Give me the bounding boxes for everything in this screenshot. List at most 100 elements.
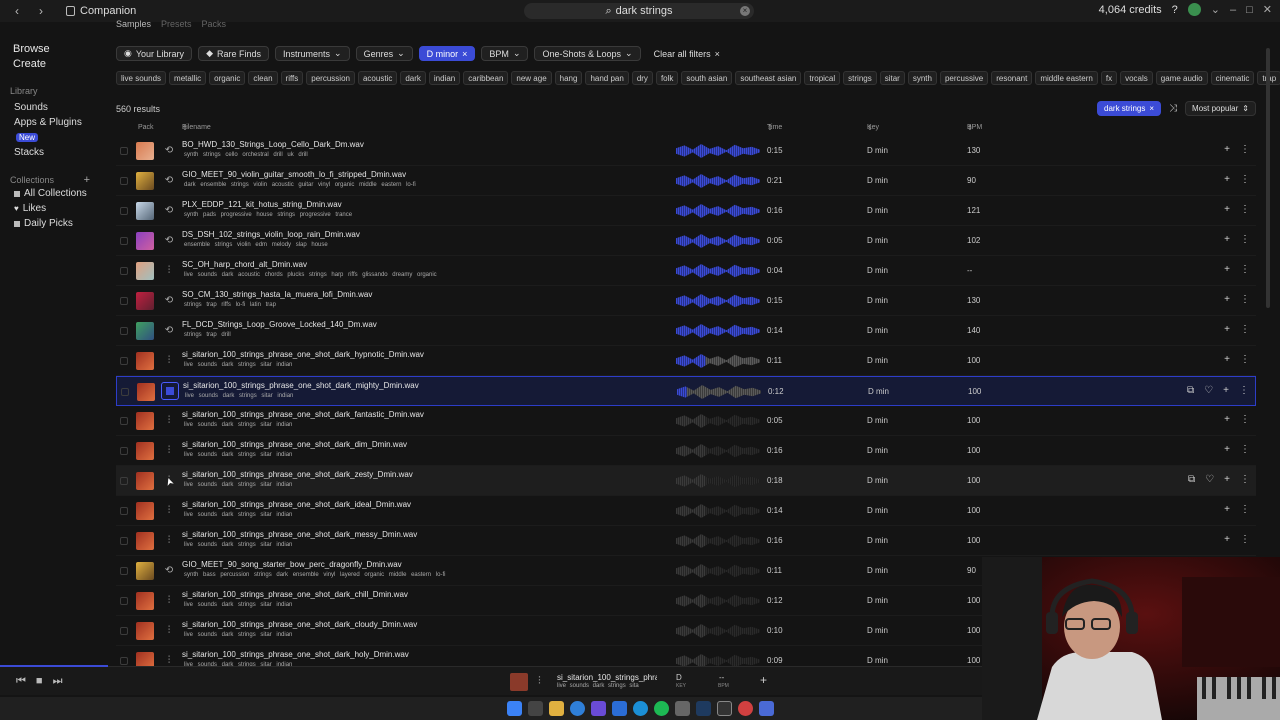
spotify-icon[interactable] [653, 701, 669, 716]
more-icon[interactable]: ⋮ [1240, 144, 1250, 155]
back-arrow-icon[interactable]: ‹ [10, 4, 24, 18]
add-icon[interactable]: + [1224, 504, 1230, 515]
sample-tags[interactable]: strings trap drill [184, 332, 231, 338]
tab-presets[interactable]: Presets [161, 19, 192, 29]
more-icon[interactable]: ⋮ [1240, 444, 1250, 455]
waveform[interactable] [676, 444, 760, 458]
table-row[interactable]: ⫶ si_sitarion_100_strings_phrase_one_shot… [116, 406, 1256, 436]
row-checkbox[interactable] [120, 237, 128, 245]
tab-packs[interactable]: Packs [202, 19, 227, 29]
tab-samples[interactable]: Samples [116, 19, 151, 29]
sidebar-item-stacks[interactable]: Stacks [10, 145, 90, 160]
add-collection-icon[interactable]: + [84, 174, 90, 186]
tag-chip[interactable]: synth [907, 71, 937, 85]
table-row[interactable]: ⟲ PLX_EDDP_121_kit_hotus_string_Dmin.wav s… [116, 196, 1256, 226]
oneshots-loops-filter[interactable]: One-Shots & Loops ⌄ [534, 46, 641, 61]
waveform[interactable] [676, 174, 760, 188]
sample-tags[interactable]: synth bass percussion strings dark ensem… [184, 572, 445, 578]
waveform[interactable] [676, 144, 760, 158]
waveform[interactable] [676, 234, 760, 248]
oneshot-icon[interactable]: ⫶ [163, 624, 175, 638]
tag-chip[interactable]: tropical [804, 71, 841, 85]
pack-artwork[interactable] [136, 172, 154, 190]
more-icon[interactable]: ⋮ [1240, 174, 1250, 185]
more-icon[interactable]: ⋮ [1240, 504, 1250, 515]
pack-artwork[interactable] [136, 472, 154, 490]
add-icon[interactable]: + [1224, 204, 1230, 215]
shuffle-icon[interactable]: ⤨ [1169, 103, 1177, 114]
more-icon[interactable]: ⋮ [1240, 534, 1250, 545]
sample-tags[interactable]: synth strings cello orchestral drill uk … [184, 152, 308, 158]
add-icon[interactable]: + [1224, 534, 1230, 545]
sample-filename[interactable]: si_sitarion_100_strings_phrase_one_shot_… [182, 620, 417, 629]
filename-column-header[interactable]: Filename ⇕ [182, 124, 211, 132]
oneshot-icon[interactable]: ⫶ [163, 414, 175, 428]
pack-artwork[interactable] [136, 352, 154, 370]
row-checkbox[interactable] [120, 657, 128, 665]
sample-filename[interactable]: BO_HWD_130_Strings_Loop_Cello_Dark_Dm.wa… [182, 140, 364, 149]
oneshot-icon[interactable]: ⫶ [163, 264, 175, 278]
your-library-filter[interactable]: ◉ Your Library [116, 46, 193, 61]
tag-chip[interactable]: clean [248, 71, 278, 85]
help-icon[interactable]: ? [1172, 4, 1178, 16]
waveform[interactable] [676, 264, 760, 278]
close-icon[interactable]: ✕ [1263, 3, 1272, 16]
table-row[interactable]: ⫶ si_sitarion_100_strings_phrase_one_shot… [116, 496, 1256, 526]
add-icon[interactable]: + [1224, 354, 1230, 365]
companion-icon[interactable] [716, 701, 732, 716]
row-checkbox[interactable] [120, 207, 128, 215]
sample-filename[interactable]: si_sitarion_100_strings_phrase_one_shot_… [182, 650, 409, 659]
table-row[interactable]: ⟲ DS_DSH_102_strings_violin_loop_rain_Dmi… [116, 226, 1256, 256]
app-icon[interactable] [737, 701, 753, 716]
key-filter[interactable]: D minor × [418, 46, 476, 61]
credits-counter[interactable]: 4,064 credits [1099, 4, 1162, 16]
table-row[interactable]: ⫶ si_sitarion_100_strings_phrase_one_shot… [116, 526, 1256, 556]
loop-icon[interactable]: ⟲ [163, 324, 175, 338]
oneshot-icon[interactable]: ⫶ [163, 594, 175, 608]
row-checkbox[interactable] [120, 297, 128, 305]
more-icon[interactable]: ⋮ [1240, 234, 1250, 245]
steam-icon[interactable] [695, 701, 711, 716]
heart-icon[interactable]: ♡ [1205, 474, 1214, 485]
more-icon[interactable]: ⋮ [1240, 354, 1250, 365]
more-icon[interactable]: ⋮ [1240, 414, 1250, 425]
oneshot-icon[interactable]: ⫶ [163, 534, 175, 548]
sidebar-item-sounds[interactable]: Sounds [10, 100, 90, 115]
instruments-filter[interactable]: Instruments ⌄ [275, 46, 350, 61]
telegram-icon[interactable] [632, 701, 648, 716]
tag-chip[interactable]: south asian [681, 71, 733, 85]
loop-icon[interactable]: ⟲ [163, 174, 175, 188]
pack-artwork[interactable] [136, 232, 154, 250]
table-row[interactable]: ⟲ FL_DCD_Strings_Loop_Groove_Locked_140_D… [116, 316, 1256, 346]
start-icon[interactable] [506, 701, 522, 716]
more-icon[interactable]: ⋮ [1239, 385, 1249, 396]
sort-dropdown[interactable]: Most popular ⇕ [1185, 101, 1256, 116]
sample-tags[interactable]: live sounds dark strings sitar indian [184, 632, 292, 638]
sample-filename[interactable]: DS_DSH_102_strings_violin_loop_rain_Dmin… [182, 230, 360, 239]
pack-artwork[interactable] [137, 383, 155, 401]
search-input[interactable]: dark strings [616, 5, 673, 17]
waveform[interactable] [676, 204, 760, 218]
tag-chip[interactable]: organic [209, 71, 246, 85]
pack-artwork[interactable] [136, 142, 154, 160]
remove-tag-icon[interactable]: × [1149, 104, 1154, 113]
pack-artwork[interactable] [136, 262, 154, 280]
tag-chip[interactable]: strings [843, 71, 877, 85]
row-checkbox[interactable] [120, 357, 128, 365]
table-row[interactable]: ⫶ si_sitarion_100_strings_phrase_one_shot… [116, 466, 1256, 496]
pack-artwork[interactable] [136, 202, 154, 220]
sample-tags[interactable]: strings trap riffs lo-fi latin trap [184, 302, 276, 308]
sidebar-item-create[interactable]: Create [10, 57, 90, 72]
pack-artwork[interactable] [136, 502, 154, 520]
time-column-header[interactable]: Time ⇕ [767, 124, 782, 132]
sample-filename[interactable]: si_sitarion_100_strings_phrase_one_shot_… [183, 381, 419, 390]
genres-filter[interactable]: Genres ⌄ [355, 46, 413, 61]
more-icon[interactable]: ⋮ [1240, 294, 1250, 305]
add-icon[interactable]: + [1224, 474, 1230, 485]
sample-tags[interactable]: live sounds dark acoustic chords plucks … [184, 272, 437, 278]
maximize-icon[interactable]: □ [1246, 4, 1253, 16]
table-row[interactable]: ⟲ GIO_MEET_90_violin_guitar_smooth_lo_fi_… [116, 166, 1256, 196]
sidebar-item-likes[interactable]: ♥ Likes [10, 201, 90, 216]
stop-button[interactable] [161, 382, 179, 400]
tag-chip[interactable]: game audio [1155, 71, 1208, 85]
